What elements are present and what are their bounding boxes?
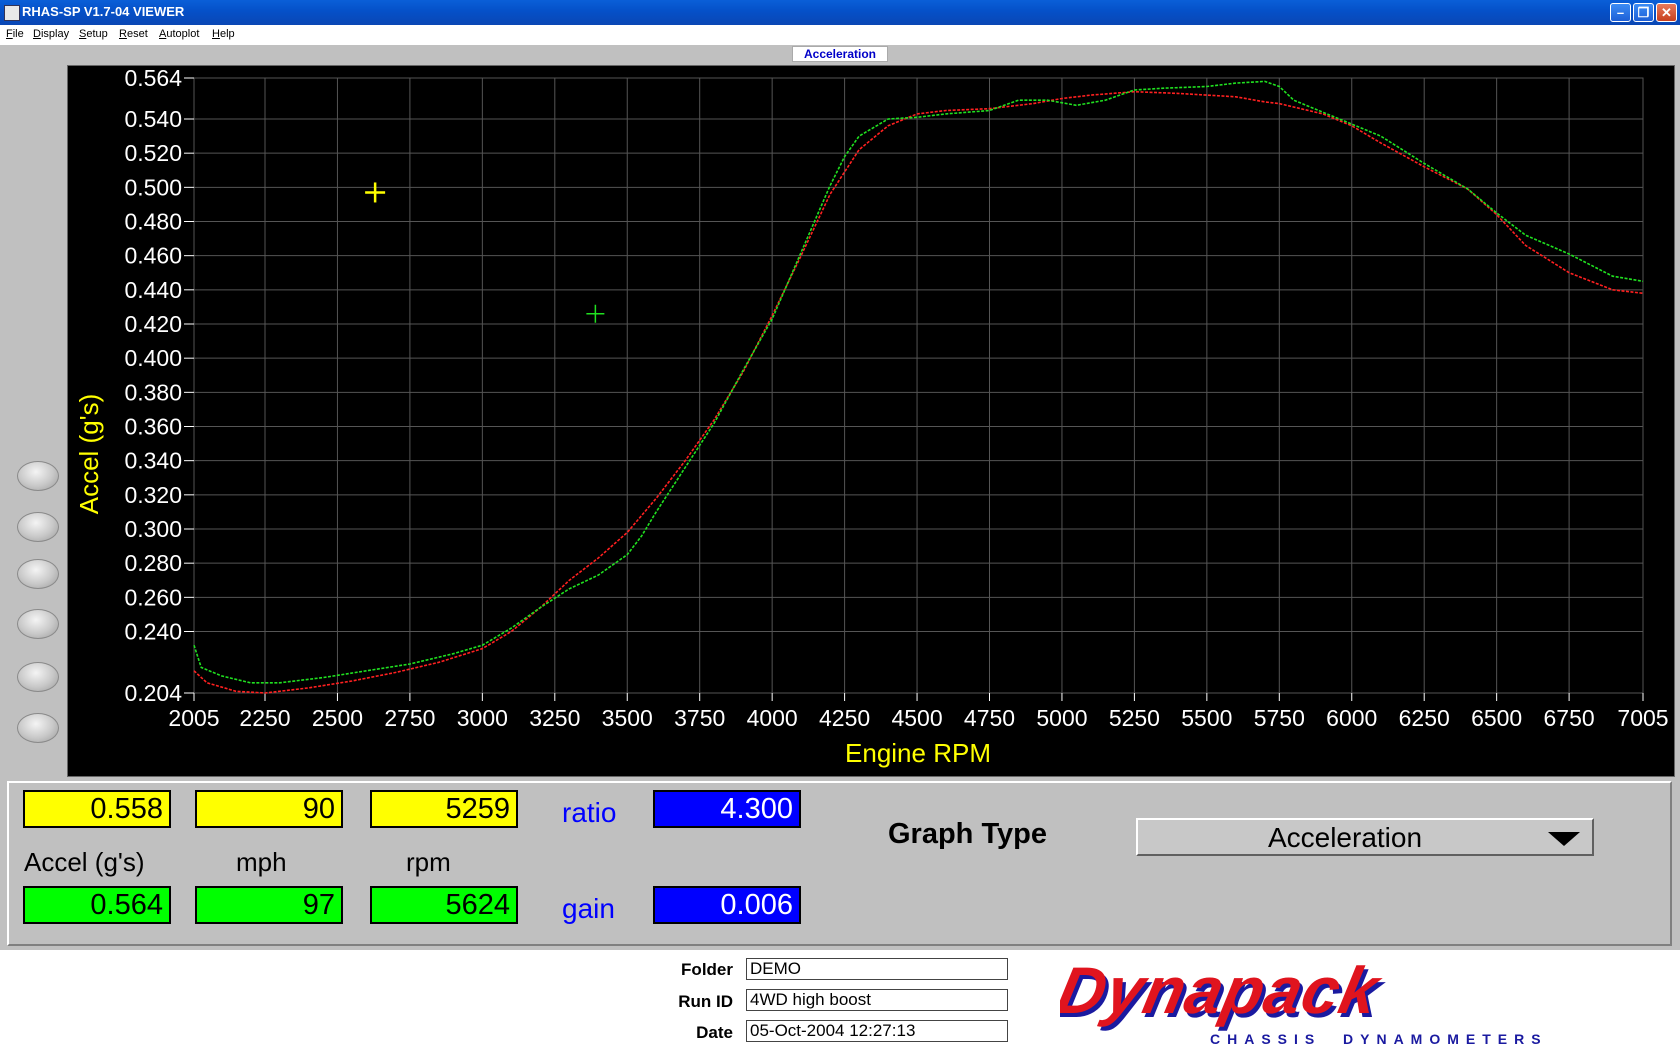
date-field[interactable]: 05-Oct-2004 12:27:13: [746, 1020, 1008, 1042]
graph-type-dropdown[interactable]: Acceleration: [1136, 818, 1594, 856]
y-axis-label: Accel (g's): [74, 394, 104, 515]
y-tick-label: 0.360: [124, 414, 182, 440]
x-tick-label: 5500: [1181, 705, 1232, 731]
x-tick-label: 5750: [1254, 705, 1305, 731]
side-button-2[interactable]: [17, 512, 59, 542]
run-id-label: Run ID: [678, 992, 733, 1011]
chart-svg: 0.564 0.540 0.520 0.500 0.480 0.460 0.440 0.420…: [74, 66, 1669, 768]
ratio-label: ratio: [562, 797, 617, 828]
y-tick-label: 0.380: [124, 379, 182, 405]
side-button-4[interactable]: [17, 609, 59, 639]
chart-cursors: [365, 182, 605, 323]
folder-field[interactable]: DEMO: [746, 958, 1008, 980]
x-tick-label: 2250: [239, 705, 290, 731]
chart-series: [193, 80, 1644, 694]
app-icon: [4, 5, 20, 21]
acceleration-chart[interactable]: 0.564 0.540 0.520 0.500 0.480 0.460 0.440 0.420…: [67, 65, 1675, 777]
date-label: Date: [696, 1023, 733, 1042]
x-tick-label: 2500: [312, 705, 363, 731]
run-id-field[interactable]: 4WD high boost: [746, 989, 1008, 1011]
yellow-mph-readout: 90: [195, 790, 343, 828]
y-tick-label: 0.440: [124, 277, 182, 303]
x-tick-label: 6250: [1399, 705, 1450, 731]
y-tick-label: 0.540: [124, 106, 182, 132]
window-title: RHAS-SP V1.7-04 VIEWER: [22, 4, 185, 19]
x-tick-label: 6000: [1326, 705, 1377, 731]
x-tick-label: 3000: [457, 705, 508, 731]
menu-display[interactable]: Display: [33, 28, 69, 40]
x-tick-label: 4000: [747, 705, 798, 731]
menu-reset[interactable]: Reset: [119, 28, 148, 40]
mph-label: mph: [236, 847, 287, 877]
menu-setup[interactable]: Setup: [79, 28, 108, 40]
graph-type-label: Graph Type: [888, 818, 1047, 850]
menu-help[interactable]: Help: [212, 28, 235, 40]
x-tick-label: 6500: [1471, 705, 1522, 731]
menu-autoplot[interactable]: Autoplot: [159, 28, 199, 40]
y-tick-label: 0.240: [124, 619, 182, 645]
x-tick-label: 3750: [674, 705, 725, 731]
y-tick-label: 0.340: [124, 448, 182, 474]
graph-title: Acceleration: [792, 46, 888, 62]
x-tick-label: 7005: [1617, 705, 1668, 731]
side-button-5[interactable]: [17, 662, 59, 692]
gain-label: gain: [562, 893, 615, 924]
yellow-accel-readout: 0.558: [23, 790, 171, 828]
minimize-button[interactable]: –: [1610, 3, 1631, 22]
close-button[interactable]: ✕: [1656, 3, 1677, 22]
y-tick-label: 0.420: [124, 311, 182, 337]
x-tick-label: 3500: [602, 705, 653, 731]
accel-label: Accel (g's): [24, 847, 145, 877]
side-button-1[interactable]: [17, 461, 59, 491]
y-tick-label: 0.564: [124, 66, 182, 91]
logo-brand: Dynapack: [1060, 965, 1388, 1028]
side-button-6[interactable]: [17, 713, 59, 743]
ratio-value[interactable]: 4.300: [653, 790, 801, 828]
x-tick-label: 2750: [384, 705, 435, 731]
logo-tagline: CHASSIS DYNAMOMETERS: [1210, 1031, 1548, 1047]
green-accel-readout: 0.564: [23, 886, 171, 924]
x-axis-label: Engine RPM: [845, 738, 991, 768]
close-icon: ✕: [1661, 5, 1672, 20]
chart-grid: [193, 77, 1644, 694]
dynapack-logo: Dynapack Dynapack CHASSIS DYNAMOMETERS: [1060, 965, 1548, 1047]
x-tick-label: 2005: [168, 705, 219, 731]
minimize-icon: –: [1616, 5, 1625, 20]
yellow-rpm-readout: 5259: [370, 790, 518, 828]
graph-type-selected: Acceleration: [1267, 822, 1423, 853]
y-tick-label: 0.480: [124, 209, 182, 235]
x-tick-label: 4500: [891, 705, 942, 731]
y-tick-label: 0.520: [124, 140, 182, 166]
y-tick-label: 0.280: [124, 550, 182, 576]
y-tick-label: 0.460: [124, 243, 182, 269]
x-tick-label: 4750: [964, 705, 1015, 731]
green-rpm-readout: 5624: [370, 886, 518, 924]
folder-label: Folder: [681, 960, 733, 979]
y-axis: 0.564 0.540 0.520 0.500 0.480 0.460 0.440 0.420…: [124, 66, 194, 706]
x-tick-label: 5000: [1036, 705, 1087, 731]
x-tick-label: 6750: [1544, 705, 1595, 731]
gain-value[interactable]: 0.006: [653, 886, 801, 924]
side-button-3[interactable]: [17, 559, 59, 589]
rpm-label: rpm: [406, 847, 451, 877]
y-tick-label: 0.260: [124, 584, 182, 610]
restore-button[interactable]: ❐: [1633, 3, 1654, 22]
y-tick-label: 0.300: [124, 516, 182, 542]
restore-icon: ❐: [1637, 5, 1650, 20]
x-axis: 2005 2250 2500 2750 3000 3250 3500 3750 4000 4250…: [168, 693, 1669, 731]
title-bar: RHAS-SP V1.7-04 VIEWER – ❐ ✕: [0, 0, 1680, 25]
x-tick-label: 5250: [1109, 705, 1160, 731]
x-tick-label: 4250: [819, 705, 870, 731]
green-mph-readout: 97: [195, 886, 343, 924]
menu-file[interactable]: File: [6, 28, 24, 40]
y-tick-label: 0.400: [124, 345, 182, 371]
dropdown-arrow-icon[interactable]: [1548, 832, 1580, 846]
y-tick-label: 0.320: [124, 482, 182, 508]
y-tick-label: 0.204: [124, 680, 182, 706]
y-tick-label: 0.500: [124, 174, 182, 200]
plot-frame: [193, 77, 1644, 694]
green-series-line: [193, 80, 1644, 684]
menu-bar: File Display Setup Reset Autoplot Help: [0, 25, 1680, 46]
x-tick-label: 3250: [529, 705, 580, 731]
